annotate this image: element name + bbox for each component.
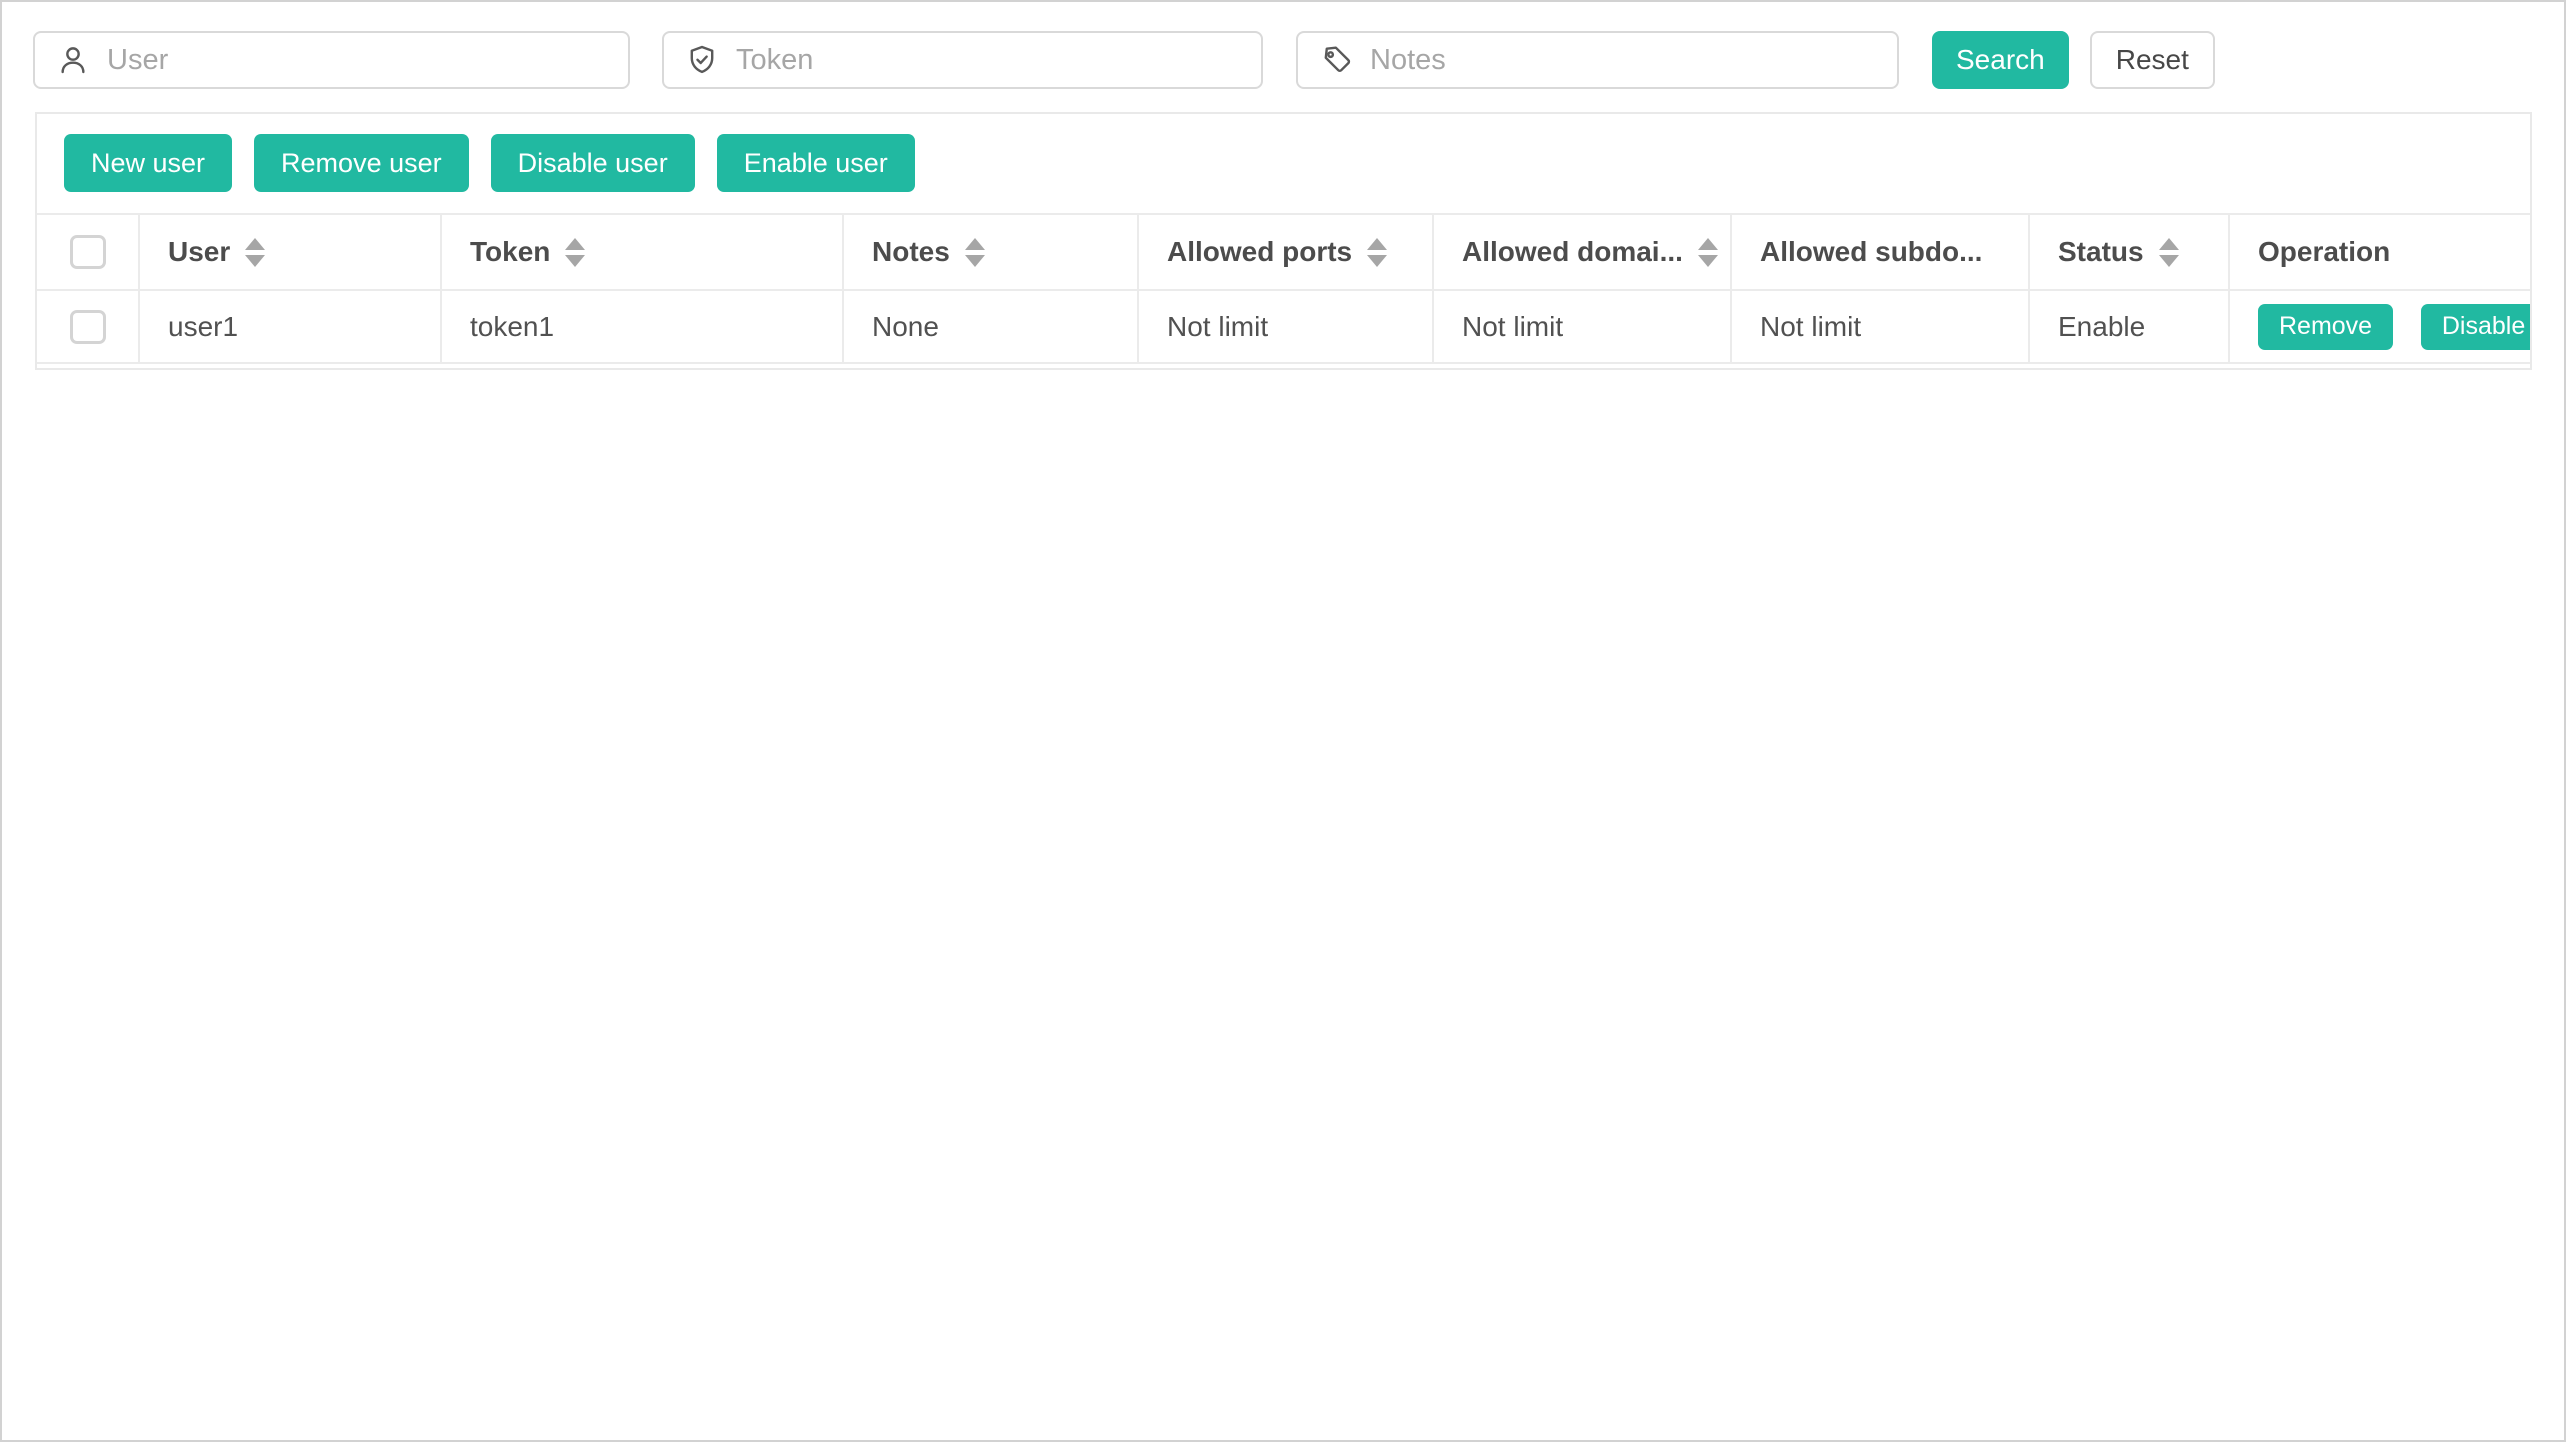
notes-filter-input[interactable] [1370,44,1897,77]
user-actions-toolbar: New user Remove user Disable user Enable… [37,134,2530,192]
column-header-select [37,214,139,290]
row-disable-button[interactable]: Disable [2421,304,2530,350]
remove-user-button[interactable]: Remove user [254,134,469,192]
users-table: User Token Notes [37,213,2530,364]
shield-check-icon [685,43,719,77]
allowed-subdomains-cell: Not limit [1731,290,2029,363]
notes-filter-field[interactable] [1296,31,1899,89]
user-icon [56,43,90,77]
status-cell: Enable [2029,290,2229,363]
column-header-notes[interactable]: Notes [843,214,1138,290]
token-filter-input[interactable] [736,44,1261,77]
new-user-button[interactable]: New user [64,134,232,192]
user-filter-input[interactable] [107,44,628,77]
token-cell: token1 [441,290,843,363]
sort-icon[interactable] [965,238,985,267]
user-cell: user1 [139,290,441,363]
column-header-user[interactable]: User [139,214,441,290]
sort-icon[interactable] [1367,238,1387,267]
notes-cell: None [843,290,1138,363]
user-filter-field[interactable] [33,31,630,89]
enable-user-button[interactable]: Enable user [717,134,915,192]
column-header-allowed-domains[interactable]: Allowed domai... [1433,214,1731,290]
search-button[interactable]: Search [1932,31,2069,89]
select-all-checkbox[interactable] [70,235,106,269]
column-header-allowed-ports[interactable]: Allowed ports [1138,214,1433,290]
sort-icon[interactable] [2159,238,2179,267]
allowed-ports-cell: Not limit [1138,290,1433,363]
column-header-token[interactable]: Token [441,214,843,290]
token-filter-field[interactable] [662,31,1263,89]
operation-cell: Remove Disable [2229,290,2530,363]
sort-icon[interactable] [1698,238,1718,267]
reset-button[interactable]: Reset [2090,31,2215,89]
user-management-page: Search Reset New user Remove user Disabl… [0,0,2566,1442]
column-header-allowed-subdomains[interactable]: Allowed subdo... [1731,214,2029,290]
table-row: user1 token1 None Not limit Not limit No… [37,290,2530,363]
column-header-status[interactable]: Status [2029,214,2229,290]
row-remove-button[interactable]: Remove [2258,304,2393,350]
sort-icon[interactable] [565,238,585,267]
disable-user-button[interactable]: Disable user [491,134,695,192]
tag-icon [1319,43,1353,77]
row-select-cell [37,290,139,363]
row-checkbox[interactable] [70,310,106,344]
allowed-domains-cell: Not limit [1433,290,1731,363]
users-panel: New user Remove user Disable user Enable… [35,112,2532,370]
column-header-operation: Operation [2229,214,2530,290]
table-header-row: User Token Notes [37,214,2530,290]
filter-bar: Search Reset [33,31,2215,89]
sort-icon[interactable] [245,238,265,267]
